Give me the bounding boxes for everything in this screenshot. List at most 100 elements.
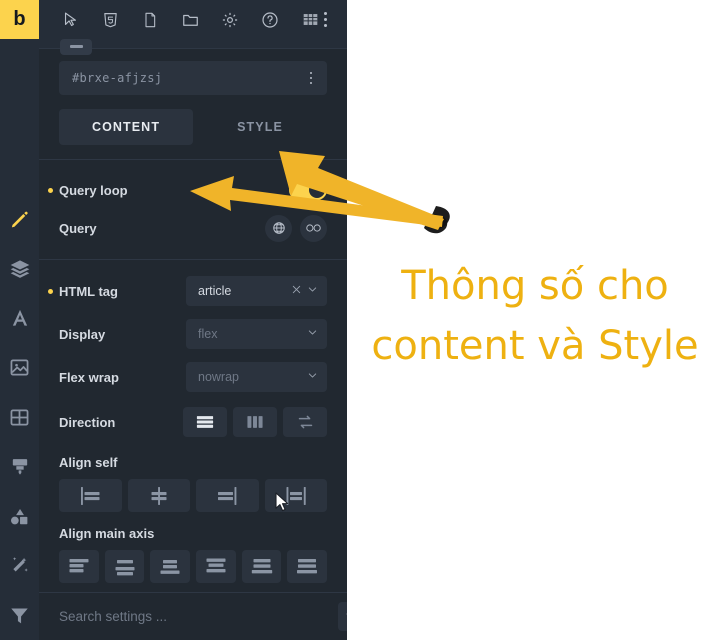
html-tag-label-wrap: HTML tag [48,283,186,299]
align-main-axis-button-group [39,550,347,583]
element-id-field[interactable]: #brxe-afjzsj [59,61,327,95]
toggle-knob [309,182,325,198]
html-tag-controls [291,284,318,298]
html5-shield-icon[interactable] [90,0,130,39]
setting-row-query-loop: Query loop [39,171,347,209]
flex-wrap-label: Flex wrap [59,369,119,385]
logo-letter: b [13,8,26,30]
panel-settings-gear-button[interactable] [338,602,347,631]
align-self-end-button[interactable] [196,479,259,512]
sidebar-item-typography[interactable] [0,293,39,343]
annotation-text: Thông số cho content và Style [355,256,715,376]
panel-tabs: CONTENT STYLE [39,95,347,145]
settings-panel: #brxe-afjzsj CONTENT STYLE Query loop Qu… [39,39,347,640]
setting-row-display: Display flex [39,315,347,353]
magic-wand-icon [9,555,30,576]
sidebar-item-theme-styles[interactable] [0,442,39,492]
sidebar-item-layout[interactable] [0,392,39,442]
annotation-line-1: Thông số cho [401,263,669,309]
globe-icon[interactable] [265,214,292,242]
align-self-start-button[interactable] [59,479,122,512]
chevron-down-icon[interactable] [307,327,318,341]
setting-row-query: Query [39,209,347,247]
image-icon [9,357,30,378]
direction-button-group [183,407,327,437]
element-id-row: #brxe-afjzsj [39,48,347,95]
bricks-builder-app: b #brxe-afjzsj CONTENT STYLE Query loop … [0,0,347,640]
panel-footer: Search settings ... [39,592,347,640]
display-label: Display [59,326,106,342]
direction-column-button[interactable] [233,407,277,437]
sidebar-item-structure[interactable] [0,244,39,294]
gear-icon[interactable] [210,0,250,39]
tab-style[interactable]: STYLE [193,109,327,145]
search-settings-input[interactable]: Search settings ... [59,609,167,624]
direction-row-button[interactable] [183,407,227,437]
sidebar-item-interactions[interactable] [0,541,39,591]
justify-center-button[interactable] [104,550,145,583]
justify-space-between-button[interactable] [196,550,236,583]
html-tag-value: article [198,284,232,298]
html-tag-label: HTML tag [59,283,118,299]
toolbar-icon-group [39,0,347,39]
sidebar-item-edit[interactable] [0,194,39,244]
justify-space-around-button[interactable] [241,550,282,583]
element-id-value: #brxe-afjzsj [72,71,163,85]
query-label: Query [59,220,97,236]
page-icon[interactable] [130,0,170,39]
tab-style-label: STYLE [237,120,283,134]
setting-row-flex-wrap: Flex wrap nowrap [39,358,347,396]
chevron-down-icon[interactable] [307,284,318,298]
funnel-icon [9,605,30,626]
layers-icon [9,258,31,280]
sidebar-item-elements[interactable] [0,491,39,541]
kebab-menu-icon[interactable] [305,68,318,89]
justify-space-evenly-button[interactable] [287,550,328,583]
tab-content-label: CONTENT [91,120,161,134]
display-controls [307,327,318,341]
shapes-icon [9,506,30,527]
query-loop-label: Query loop [59,182,128,198]
top-toolbar: b [0,0,347,40]
edit-pencil-icon [9,209,30,230]
align-main-axis-label: Align main axis [59,526,155,541]
query-loop-toggle[interactable] [289,180,327,200]
flex-wrap-controls [307,370,318,384]
sidebar-item-filters[interactable] [0,591,39,640]
align-self-center-button[interactable] [127,479,190,512]
direction-label-wrap: Direction [59,415,183,430]
annotation-area: Thông số cho content và Style [347,0,724,640]
direction-label: Direction [59,414,116,430]
align-self-stretch-button[interactable] [264,479,327,512]
help-circle-icon[interactable] [250,0,290,39]
html-tag-select[interactable]: article [186,276,327,306]
chevron-down-icon[interactable] [307,370,318,384]
query-label-wrap: Query [59,221,265,236]
align-self-button-group [39,479,347,512]
display-select[interactable]: flex [186,319,327,349]
direction-reverse-button[interactable] [283,407,327,437]
flex-wrap-label-wrap: Flex wrap [59,370,186,385]
folder-icon[interactable] [170,0,210,39]
setting-row-direction: Direction [39,403,347,441]
mouse-pointer [275,492,289,512]
infinity-icon[interactable] [300,214,327,242]
close-icon[interactable] [291,284,302,298]
cursor-arrow-icon[interactable] [50,0,90,39]
flex-wrap-select[interactable]: nowrap [186,362,327,392]
app-logo[interactable]: b [0,0,39,39]
tab-content[interactable]: CONTENT [59,109,193,145]
setting-row-html-tag: HTML tag article [39,272,347,310]
annotation-line-2: content và Style [371,323,699,369]
sidebar-item-media[interactable] [0,343,39,393]
panel-body: #brxe-afjzsj CONTENT STYLE Query loop Qu… [39,48,347,593]
justify-flex-end-button[interactable] [150,550,191,583]
modified-marker-dot [48,187,53,193]
justify-flex-start-button[interactable] [59,550,99,583]
text-a-icon [9,307,31,329]
flex-wrap-value: nowrap [198,370,239,384]
grid-layout-icon [9,407,30,428]
kebab-menu-icon[interactable] [318,0,332,39]
query-loop-label-wrap: Query loop [48,182,289,198]
left-sidebar [0,39,39,640]
